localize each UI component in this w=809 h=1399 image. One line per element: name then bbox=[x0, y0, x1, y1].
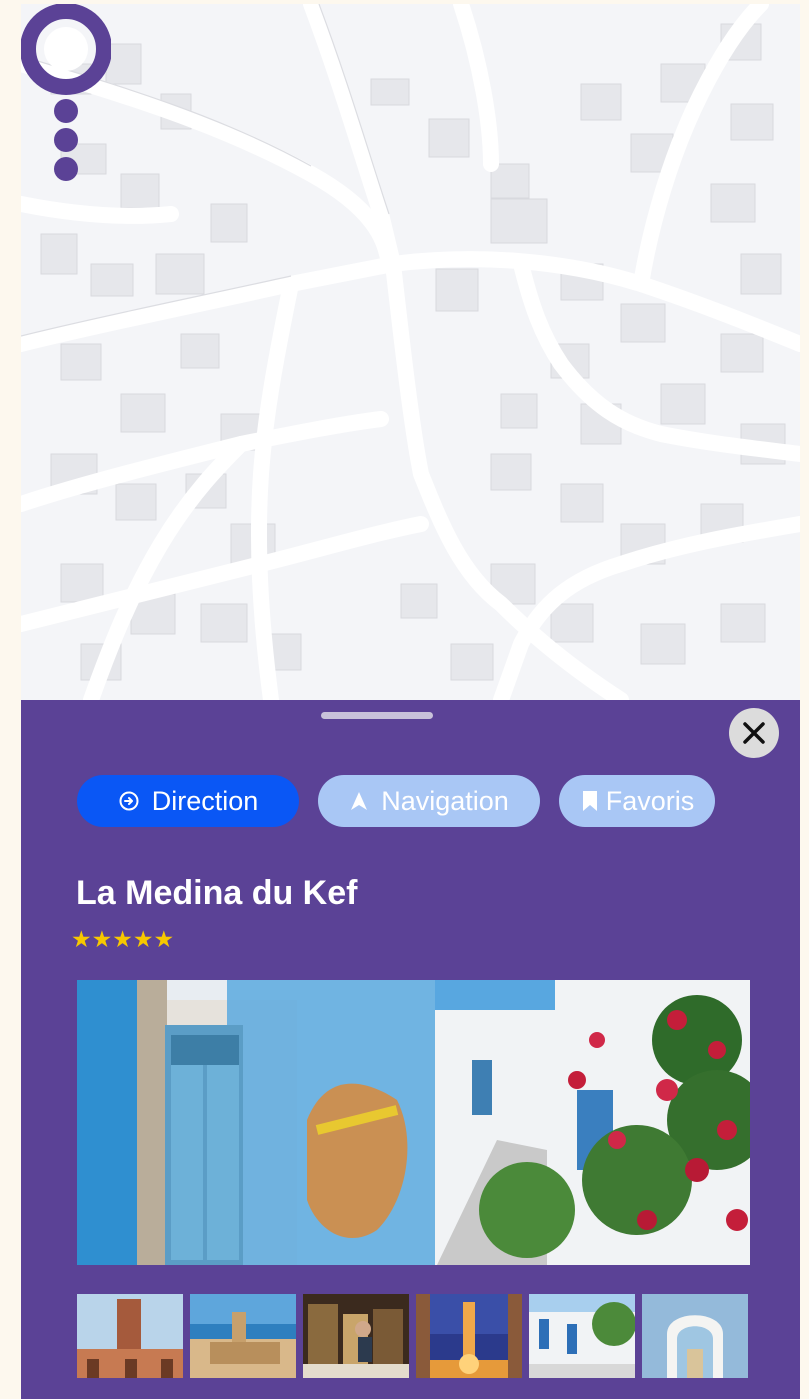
clock-tower-thumbnail[interactable] bbox=[77, 1294, 183, 1378]
map-view[interactable] bbox=[21, 4, 800, 700]
minaret-night-thumbnail[interactable] bbox=[416, 1294, 522, 1378]
navigation-label: Navigation bbox=[381, 785, 509, 816]
close-icon bbox=[743, 722, 765, 744]
main-photo-art bbox=[77, 980, 750, 1265]
market-shop-thumbnail[interactable] bbox=[303, 1294, 409, 1378]
navigation-arrow-icon bbox=[349, 790, 369, 812]
close-button[interactable] bbox=[729, 708, 779, 758]
star-rating: ★★★★★ bbox=[71, 926, 175, 952]
navigation-button[interactable]: Navigation bbox=[318, 775, 540, 827]
app-frame: Direction Navigation Favoris La Medina d… bbox=[21, 4, 800, 1399]
map-canvas bbox=[21, 4, 800, 700]
place-details-sheet: Direction Navigation Favoris La Medina d… bbox=[21, 700, 800, 1399]
action-buttons: Direction Navigation Favoris bbox=[77, 775, 715, 827]
favorites-button[interactable]: Favoris bbox=[559, 775, 715, 827]
direction-label: Direction bbox=[151, 785, 259, 816]
blue-archway-thumbnail[interactable] bbox=[642, 1294, 748, 1378]
thumbnail-strip bbox=[77, 1294, 748, 1378]
direction-button[interactable]: Direction bbox=[77, 775, 299, 827]
place-title: La Medina du Kef bbox=[76, 874, 358, 912]
medina-street-photo[interactable] bbox=[77, 980, 750, 1265]
favorites-label: Favoris bbox=[605, 785, 695, 816]
seaside-fort-thumbnail[interactable] bbox=[190, 1294, 296, 1378]
drag-handle[interactable] bbox=[321, 712, 433, 719]
white-street-thumbnail[interactable] bbox=[529, 1294, 635, 1378]
bookmark-icon bbox=[580, 789, 600, 813]
arrow-circle-icon bbox=[118, 790, 140, 812]
location-pin-icon[interactable] bbox=[21, 4, 111, 184]
